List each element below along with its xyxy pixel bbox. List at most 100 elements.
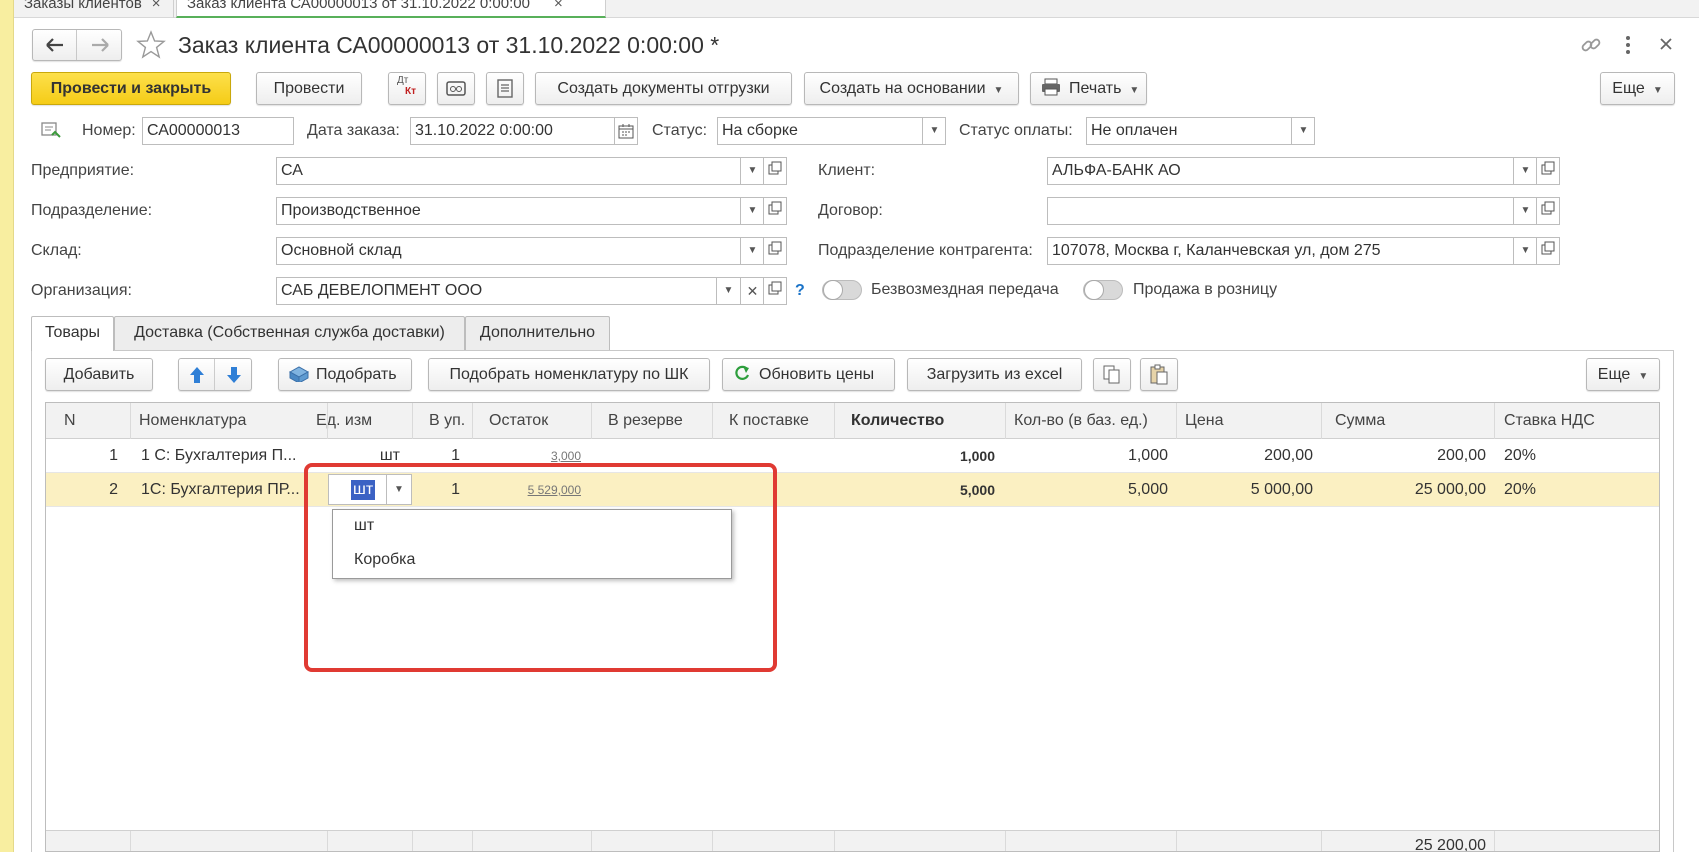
chevron-down-icon[interactable]: ▼ [740,238,763,264]
create-based-on-button[interactable]: Создать на основании ▼ [804,72,1019,105]
division-field[interactable]: Производственное ▼ [276,197,764,225]
chevron-down-icon[interactable]: ▼ [1513,158,1536,184]
update-prices-button[interactable]: Обновить цены [722,358,895,391]
pick-button[interactable]: Подобрать [278,358,412,391]
tab-client-orders[interactable]: Заказы клиентов × [14,0,174,18]
move-up-icon[interactable] [179,359,215,390]
help-icon[interactable]: ? [795,281,805,301]
column-header[interactable]: Сумма [1327,403,1385,439]
load-excel-button[interactable]: Загрузить из excel [907,358,1082,391]
tab-client-order[interactable]: Заказ клиента СА00000013 от 31.10.2022 0… [176,0,606,18]
chevron-down-icon[interactable]: ▼ [740,158,763,184]
cell-qty-base: 1,000 [1127,447,1168,464]
column-header[interactable]: Ед. изм [308,403,372,439]
close-icon[interactable] [1656,34,1676,54]
calendar-icon[interactable] [614,118,637,144]
more-icon[interactable] [1622,34,1634,56]
counterparty-division-label: Подразделение контрагента: [818,242,1033,259]
cash-register-button[interactable] [437,72,475,105]
column-header[interactable]: Цена [1177,403,1223,439]
counterparty-division-value: 107078, Москва г, Каланчевская ул, дом 2… [1052,242,1381,259]
retail-sale-label: Продажа в розницу [1133,281,1278,298]
payment-status-value: Не оплачен [1091,122,1178,139]
chevron-down-icon[interactable]: ▼ [716,278,740,304]
cash-register-icon [446,81,466,96]
client-field[interactable]: АЛЬФА-БАНК АО ▼ [1047,157,1537,185]
more-button[interactable]: Еще ▼ [1600,72,1675,105]
status-label: Статус: [652,122,708,139]
report-button[interactable] [486,72,524,105]
link-icon[interactable] [1580,34,1602,56]
tab-delivery[interactable]: Доставка (Собственная служба доставки) [114,316,465,350]
dropdown-arrow-icon: ▼ [1638,371,1649,382]
star-icon[interactable] [136,30,166,60]
copy-button[interactable] [1093,358,1131,391]
chevron-down-icon[interactable]: ▼ [1291,118,1314,144]
column-header[interactable]: Ставка НДС [1496,403,1595,439]
post-button[interactable]: Провести [256,72,362,105]
status-select[interactable]: На сборке ▼ [717,117,946,145]
chevron-down-icon[interactable]: ▼ [1513,238,1536,264]
move-down-icon[interactable] [216,359,252,390]
division-label: Подразделение: [31,202,153,219]
forward-arrow-icon[interactable] [78,30,122,60]
tab-label: Заказ клиента СА00000013 от 31.10.2022 0… [187,0,530,12]
tab-additional[interactable]: Дополнительно [465,316,610,350]
column-header[interactable]: В резерве [600,403,683,439]
toggle-knob [1084,280,1104,300]
contract-field[interactable]: ▼ [1047,197,1537,225]
organization-field[interactable]: САБ ДЕВЕЛОПМЕНТ ООО ▼ ✕ [276,277,764,305]
cell-sum: 200,00 [1437,447,1486,464]
print-button[interactable]: Печать ▼ [1030,72,1147,105]
move-buttons [178,358,252,391]
retail-sale-toggle[interactable] [1083,280,1123,300]
chevron-down-icon[interactable]: ▼ [740,198,763,224]
add-button[interactable]: Добавить [45,358,153,391]
organization-label: Организация: [31,282,132,299]
table-more-button[interactable]: Еще ▼ [1586,358,1660,391]
open-icon[interactable] [763,157,787,185]
close-icon[interactable]: × [554,0,563,12]
client-value: АЛЬФА-БАНК АО [1052,162,1181,179]
column-header[interactable]: В уп. [421,403,465,439]
page-title: Заказ клиента СА00000013 от 31.10.2022 0… [178,32,720,58]
number-field[interactable]: СА00000013 [142,117,294,145]
cell-price: 5 000,00 [1250,481,1313,498]
column-header[interactable]: Номенклатура [131,403,246,439]
free-transfer-label: Безвозмездная передача [871,281,1059,298]
order-date-field[interactable]: 31.10.2022 0:00:00 [410,117,638,145]
close-icon[interactable]: × [152,0,161,12]
post-and-close-button[interactable]: Провести и закрыть [31,72,231,105]
column-header[interactable]: N [56,403,76,439]
payment-status-select[interactable]: Не оплачен ▼ [1086,117,1315,145]
open-icon[interactable] [1536,197,1560,225]
column-header[interactable]: Остаток [481,403,548,439]
table-row[interactable]: 1 1 С: Бухгалтерия П... шт 1 3,000 1,000… [46,439,1659,473]
column-header[interactable]: К поставке [721,403,809,439]
dt-kt-button[interactable]: Дт Кт [388,72,426,105]
company-field[interactable]: СА ▼ [276,157,764,185]
order-date-value: 31.10.2022 0:00:00 [415,122,553,139]
paste-button[interactable] [1140,358,1178,391]
table-row[interactable]: 2 1С: Бухгалтерия ПР... шт ▼ 1 5 529,000… [46,473,1659,507]
column-header[interactable]: Количество [843,403,944,439]
chevron-down-icon[interactable]: ▼ [922,118,945,144]
total-sum: 25 200,00 [1414,837,1486,852]
chevron-down-icon[interactable]: ▼ [1513,198,1536,224]
column-header[interactable]: Кол-во (в баз. ед.) [1006,403,1148,439]
create-shipment-documents-button[interactable]: Создать документы отгрузки [535,72,792,105]
warehouse-field[interactable]: Основной склад ▼ [276,237,764,265]
open-icon[interactable] [763,277,787,305]
clear-icon[interactable]: ✕ [740,278,763,304]
pick-by-barcode-button[interactable]: Подобрать номенклатуру по ШК [428,358,710,391]
open-icon[interactable] [1536,157,1560,185]
back-arrow-icon[interactable] [33,30,77,60]
free-transfer-toggle[interactable] [822,280,862,300]
tab-goods[interactable]: Товары [31,316,114,351]
counterparty-division-field[interactable]: 107078, Москва г, Каланчевская ул, дом 2… [1047,237,1537,265]
open-icon[interactable] [763,237,787,265]
open-icon[interactable] [763,197,787,225]
open-icon[interactable] [1536,237,1560,265]
toggle-knob [823,280,843,300]
dt-label: Дт [397,75,409,86]
